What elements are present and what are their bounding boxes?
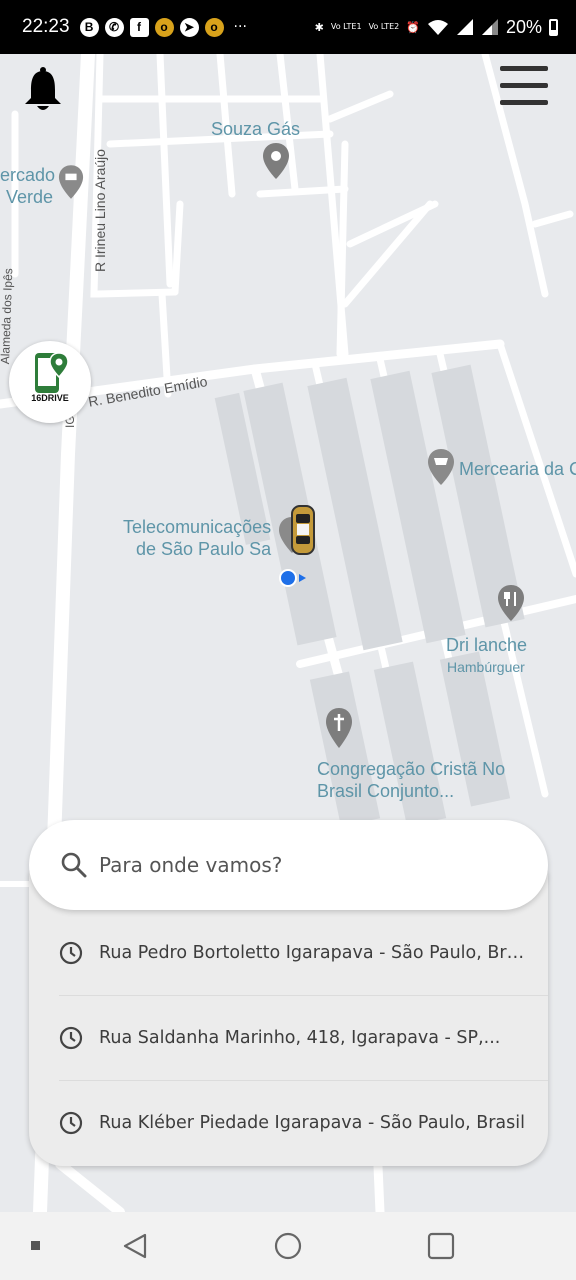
status-bar: 22:23 B ✆ f o ➤ o ··· ✱ Vo LTE1 Vo LTE2 …	[0, 0, 576, 54]
system-navigation-bar	[0, 1212, 576, 1280]
wifi-icon	[427, 20, 448, 35]
destination-search-input[interactable]: Para onde vamos?	[29, 820, 548, 910]
recent-destination-item[interactable]: Rua Saldanha Marinho, 418, Igarapava - S…	[29, 995, 548, 1080]
app-logo-text: 16DRIVE	[31, 393, 69, 403]
car-icon	[291, 505, 315, 555]
poi-label-congregacao: Congregação Cristã No Brasil Conjunto...	[317, 759, 506, 801]
gas-pin-icon[interactable]	[262, 142, 290, 180]
bluetooth-icon: ✱	[314, 20, 324, 34]
menu-dot-icon[interactable]	[31, 1241, 41, 1251]
menu-icon[interactable]	[500, 64, 548, 108]
signal-icon	[456, 19, 473, 35]
shop-pin-icon[interactable]	[58, 164, 84, 200]
battery-icon	[549, 18, 558, 36]
history-clock-icon	[59, 1026, 83, 1049]
more-notifications-icon: ···	[233, 19, 247, 35]
history-clock-icon	[59, 941, 83, 964]
app-logo-button[interactable]: 16DRIVE	[9, 341, 91, 423]
poi-label-mercearia: Mercearia da C	[459, 459, 576, 479]
poi-label-dri-lanche: Dri lanche Hambúrguer	[446, 635, 528, 675]
recent-apps-icon[interactable]	[427, 1232, 455, 1260]
recent-destination-text: Rua Pedro Bortoletto Igarapava - São Pau…	[99, 942, 529, 963]
poi-label-mercado-verde: ercado Verde	[0, 165, 56, 207]
recent-destination-text: Rua Saldanha Marinho, 418, Igarapava - S…	[99, 1027, 501, 1048]
current-location-icon	[279, 569, 306, 587]
back-icon[interactable]	[121, 1232, 149, 1260]
app-notification-icon-2: o	[204, 17, 224, 37]
recent-destination-text: Rua Kléber Piedade Igarapava - São Paulo…	[99, 1112, 525, 1133]
history-clock-icon	[59, 1111, 83, 1134]
facebook-icon: f	[129, 17, 149, 37]
church-pin-icon[interactable]	[325, 707, 353, 749]
shopping-cart-pin-icon[interactable]	[427, 448, 455, 486]
telegram-icon: ➤	[179, 17, 199, 37]
notifications-bell-icon[interactable]	[23, 66, 63, 112]
b-app-icon: B	[79, 17, 99, 37]
poi-label-telecom: Telecomunicações de São Paulo Sa	[123, 517, 272, 559]
recent-destination-item[interactable]: Rua Pedro Bortoletto Igarapava - São Pau…	[29, 910, 548, 995]
restaurant-pin-icon[interactable]	[497, 584, 525, 622]
search-placeholder: Para onde vamos?	[99, 853, 283, 877]
app-notification-icon: o	[154, 17, 174, 37]
status-time: 22:23	[22, 16, 70, 37]
battery-percent: 20%	[505, 16, 542, 37]
search-icon	[61, 852, 87, 878]
sim1-indicator: Vo LTE1	[330, 22, 362, 31]
home-icon[interactable]	[274, 1232, 302, 1260]
street-label-irineu: R Irineu Lino Araújo	[92, 149, 108, 272]
whatsapp-icon: ✆	[104, 17, 124, 37]
notification-icons: B ✆ f o ➤ o ···	[79, 17, 247, 37]
recent-destination-item[interactable]: Rua Kléber Piedade Igarapava - São Paulo…	[29, 1080, 548, 1165]
poi-label-souza-gas: Souza Gás	[211, 119, 301, 139]
alarm-icon: ⏰	[406, 20, 420, 34]
phone-location-icon	[35, 352, 69, 393]
sim2-indicator: Vo LTE2	[368, 22, 400, 31]
signal-icon-2	[481, 19, 498, 35]
